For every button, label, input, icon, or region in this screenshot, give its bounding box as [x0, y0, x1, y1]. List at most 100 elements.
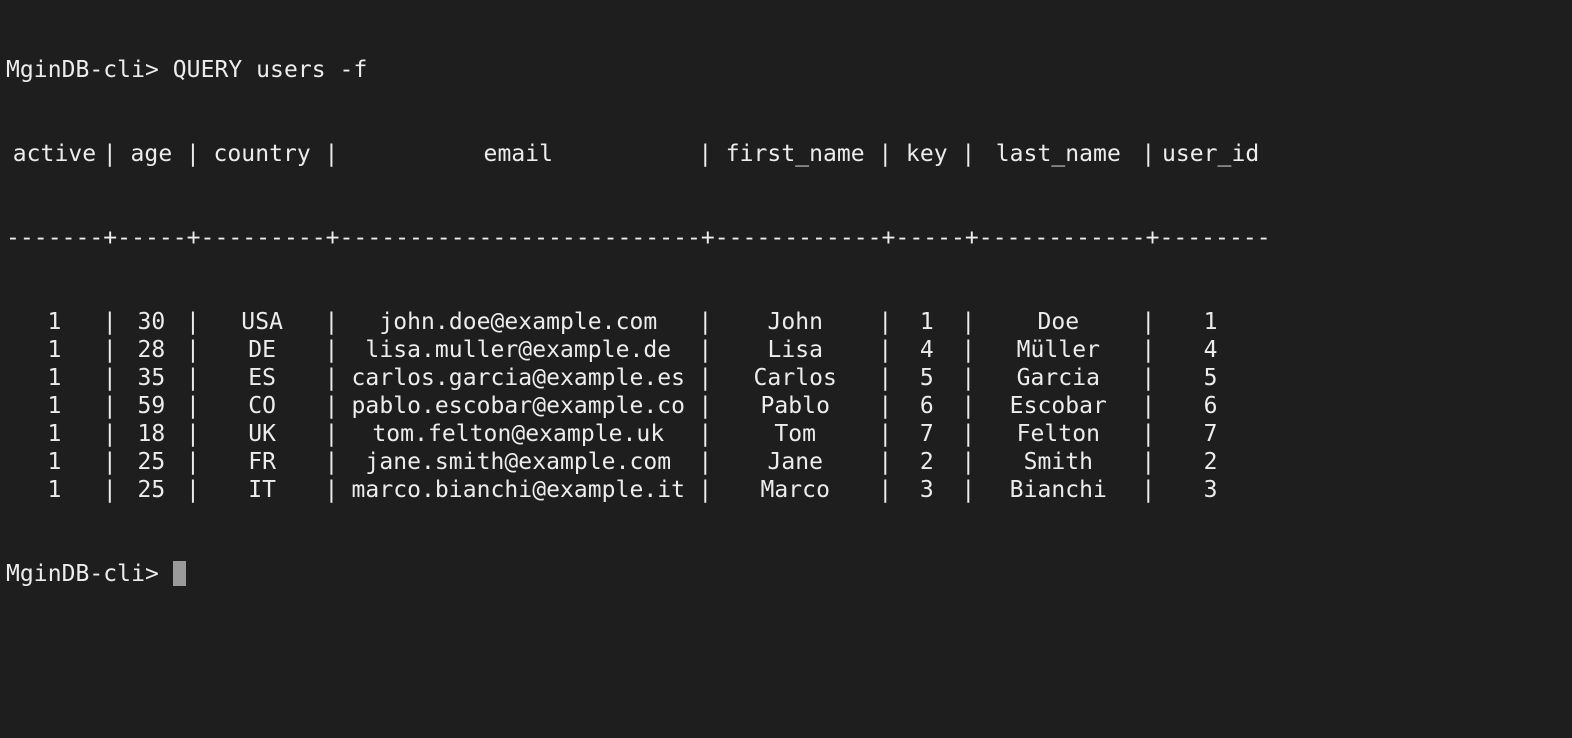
column-divider: |: [878, 365, 893, 391]
column-divider: |: [324, 421, 339, 447]
column-divider: |: [698, 477, 713, 503]
column-divider: |: [961, 449, 976, 475]
column-divider: |: [1141, 449, 1156, 475]
cell-key: 1: [919, 309, 934, 335]
header-country: country: [213, 141, 311, 167]
cell-user-id: 5: [1203, 365, 1218, 391]
cell-country: IT: [248, 477, 277, 503]
cell-first-name: Pablo: [760, 393, 830, 419]
column-divider: |: [186, 477, 200, 503]
column-divider: |: [698, 309, 713, 335]
table-separator: -------+-----+---------+----------------…: [6, 225, 1271, 251]
column-divider: |: [324, 365, 339, 391]
cell-country: DE: [248, 337, 277, 363]
cell-country: CO: [248, 393, 277, 419]
cell-key: 3: [919, 477, 934, 503]
cell-active: 1: [47, 365, 62, 391]
header-user-id: user_id: [1161, 141, 1260, 167]
cell-country: UK: [248, 421, 277, 447]
column-divider: |: [324, 309, 339, 335]
terminal-output[interactable]: MginDB-cli> QUERY users -f active | age | co…: [6, 0, 1271, 616]
column-divider: |: [961, 337, 976, 363]
column-divider: |: [698, 141, 713, 167]
cell-first-name: John: [767, 309, 824, 335]
table-row: 1 | 25 | FR | jane.smith@example.com | Jane | 2 | Sm…: [6, 448, 1271, 476]
header-first-name: first_name: [725, 141, 865, 167]
cell-age: 25: [137, 477, 166, 503]
cell-user-id: 3: [1203, 477, 1218, 503]
table-header: active | age | country | email | first_name | key |…: [6, 140, 1271, 168]
column-divider: |: [102, 309, 117, 335]
table-row: 1 | 18 | UK | tom.felton@example.uk | Tom | 7 | Felt…: [6, 420, 1271, 448]
column-divider: |: [102, 365, 117, 391]
column-divider: |: [102, 477, 117, 503]
column-divider: |: [878, 309, 893, 335]
cell-last-name: Felton: [1016, 421, 1100, 447]
cell-last-name: Bianchi: [1009, 477, 1107, 503]
cell-age: 30: [137, 309, 166, 335]
cell-email: lisa.muller@example.de: [365, 337, 672, 363]
header-age: age: [130, 141, 173, 167]
cell-age: 59: [137, 393, 166, 419]
cell-age: 35: [137, 365, 166, 391]
header-active: active: [12, 141, 97, 167]
column-divider: |: [961, 309, 976, 335]
column-divider: |: [102, 337, 117, 363]
cell-email: carlos.garcia@example.es: [351, 365, 686, 391]
cell-key: 2: [919, 449, 934, 475]
text-cursor: [172, 561, 186, 586]
cell-active: 1: [47, 449, 62, 475]
cell-email: pablo.escobar@example.co: [351, 393, 686, 419]
cell-last-name: Doe: [1037, 309, 1080, 335]
table-row: 1 | 59 | CO | pablo.escobar@example.co | Pablo | 6…: [6, 392, 1271, 420]
prompt: MginDB-cli>: [6, 57, 173, 83]
input-line[interactable]: MginDB-cli>: [6, 560, 1271, 588]
column-divider: |: [186, 449, 200, 475]
column-divider: |: [878, 393, 893, 419]
column-divider: |: [698, 393, 713, 419]
cell-user-id: 2: [1203, 449, 1218, 475]
cell-key: 5: [919, 365, 934, 391]
cell-last-name: Müller: [1016, 337, 1100, 363]
column-divider: |: [324, 477, 339, 503]
prompt: MginDB-cli>: [6, 561, 173, 587]
cell-active: 1: [47, 393, 62, 419]
cell-country: ES: [248, 365, 277, 391]
cell-first-name: Lisa: [767, 337, 824, 363]
column-divider: |: [698, 421, 713, 447]
table-row: 1 | 28 | DE | lisa.muller@example.de | Lisa | 4 | Mü…: [6, 336, 1271, 364]
cell-country: USA: [241, 309, 283, 335]
column-divider: |: [186, 337, 200, 363]
column-divider: |: [1141, 337, 1156, 363]
column-divider: |: [961, 393, 976, 419]
cell-active: 1: [47, 421, 62, 447]
cell-last-name: Garcia: [1016, 365, 1100, 391]
header-email: email: [483, 141, 554, 167]
cell-active: 1: [47, 477, 62, 503]
cell-first-name: Tom: [774, 421, 817, 447]
column-divider: |: [186, 309, 200, 335]
column-divider: |: [1141, 477, 1156, 503]
column-divider: |: [1141, 141, 1156, 167]
column-divider: |: [961, 421, 976, 447]
column-divider: |: [698, 365, 713, 391]
column-divider: |: [102, 421, 117, 447]
command-line: MginDB-cli> QUERY users -f: [6, 56, 1271, 84]
column-divider: |: [186, 393, 200, 419]
cell-key: 7: [919, 421, 934, 447]
cell-key: 4: [919, 337, 934, 363]
column-divider: |: [961, 365, 976, 391]
cell-email: john.doe@example.com: [379, 309, 658, 335]
table-row: 1 | 35 | ES | carlos.garcia@example.es | Carlos |…: [6, 364, 1271, 392]
cell-user-id: 7: [1203, 421, 1218, 447]
cell-country: FR: [248, 449, 277, 475]
column-divider: |: [324, 393, 339, 419]
column-divider: |: [102, 141, 117, 167]
cell-age: 25: [137, 449, 166, 475]
column-divider: |: [324, 449, 339, 475]
column-divider: |: [1141, 365, 1156, 391]
column-divider: |: [878, 477, 893, 503]
column-divider: |: [324, 141, 339, 167]
table-row: 1 | 25 | IT | marco.bianchi@example.it | Marco | 3…: [6, 476, 1271, 504]
column-divider: |: [878, 421, 893, 447]
